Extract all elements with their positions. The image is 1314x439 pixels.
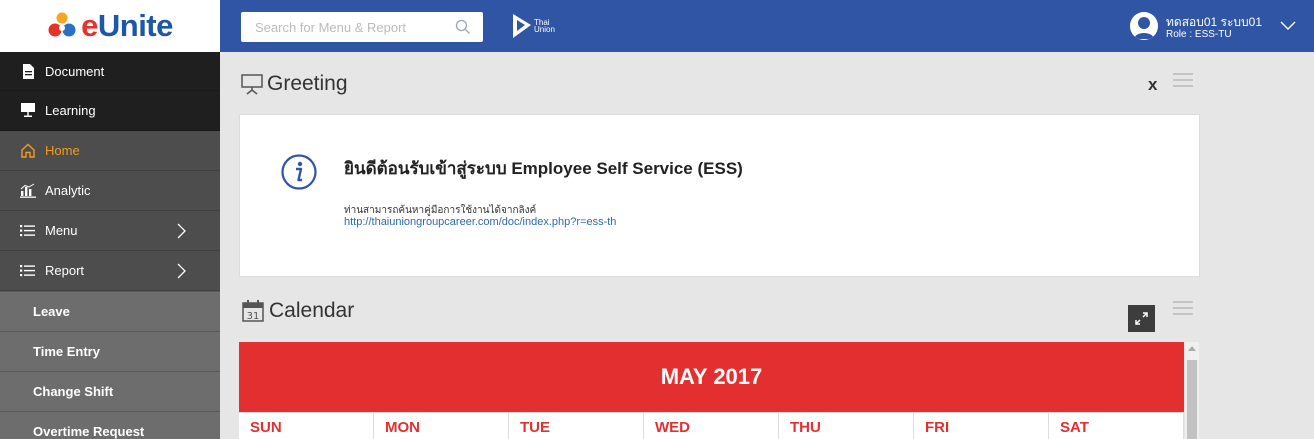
- sidebar-item-time-entry[interactable]: Time Entry: [0, 332, 220, 372]
- top-bar: eUnite Thai Union ทดสอบ01 ระบบ01 Role : …: [0, 0, 1314, 52]
- document-icon: [20, 63, 36, 79]
- greeting-menu-icon[interactable]: [1173, 69, 1193, 91]
- sidebar-item-leave[interactable]: Leave: [0, 292, 220, 332]
- chevron-right-icon: [177, 263, 186, 279]
- sidebar-item-label: Time Entry: [33, 344, 100, 359]
- scroll-up-icon[interactable]: [1188, 346, 1196, 351]
- scrollbar-thumb[interactable]: [1187, 360, 1197, 439]
- info-icon: [281, 154, 317, 190]
- sidebar-item-label: Document: [45, 63, 105, 79]
- weekday-mon: MON: [374, 413, 509, 439]
- sidebar-item-analytic[interactable]: Analytic: [0, 171, 220, 211]
- home-icon: [20, 143, 36, 159]
- calendar-month-header: MAY 2017: [239, 342, 1184, 412]
- list-icon: [20, 223, 36, 239]
- search-icon[interactable]: [455, 19, 471, 35]
- weekday-thu: THU: [779, 413, 914, 439]
- weekday-tue: TUE: [509, 413, 644, 439]
- presentation-icon: [20, 103, 36, 119]
- sidebar-item-menu[interactable]: Menu: [0, 211, 220, 251]
- user-role: Role : ESS-TU: [1166, 29, 1232, 40]
- search-box[interactable]: [241, 12, 483, 42]
- calendar-weekday-row: SUN MON TUE WED THU FRI SAT: [239, 412, 1184, 439]
- calendar-icon: 31: [241, 299, 265, 323]
- calendar-menu-icon[interactable]: [1173, 297, 1193, 319]
- calendar-scrollbar[interactable]: [1185, 342, 1199, 439]
- weekday-sat: SAT: [1049, 413, 1184, 439]
- sidebar-item-label: Analytic: [45, 183, 91, 198]
- bar-chart-icon: [20, 183, 36, 199]
- calendar-title: Calendar: [269, 299, 355, 322]
- weekday-wed: WED: [644, 413, 779, 439]
- svg-text:31: 31: [247, 311, 260, 322]
- list-icon: [20, 263, 36, 279]
- sidebar-item-label: Home: [45, 143, 80, 158]
- expand-button[interactable]: [1128, 305, 1155, 332]
- greeting-section-title: Greeting: [241, 72, 348, 96]
- sidebar-item-learning[interactable]: Learning: [0, 91, 220, 131]
- sidebar-item-overtime-request[interactable]: Overtime Request: [0, 412, 220, 439]
- sidebar-item-document[interactable]: Document: [0, 52, 220, 91]
- sidebar-item-label: Overtime Request: [33, 424, 145, 439]
- thai-union-logo: Thai Union: [511, 11, 581, 41]
- calendar-widget: MAY 2017 SUN MON TUE WED THU FRI SAT: [239, 342, 1184, 439]
- close-button[interactable]: x: [1148, 75, 1157, 95]
- search-input[interactable]: [241, 13, 441, 41]
- sidebar-item-change-shift[interactable]: Change Shift: [0, 372, 220, 412]
- sidebar-item-label: Leave: [33, 304, 70, 319]
- manual-link[interactable]: http://thaiuniongroupcareer.com/doc/inde…: [344, 216, 616, 228]
- expand-icon: [1135, 312, 1148, 325]
- chevron-down-icon[interactable]: [1278, 18, 1298, 34]
- weekday-sun: SUN: [239, 413, 374, 439]
- chevron-right-icon: [177, 223, 186, 239]
- calendar-section-title: 31 Calendar: [241, 299, 354, 323]
- sidebar-item-label: Report: [45, 263, 85, 278]
- thai-union-label-2: Union: [534, 25, 555, 34]
- greeting-heading: ยินดีต้อนรับเข้าสู่ระบบ Employee Self Se…: [344, 159, 743, 178]
- presentation-board-icon: [241, 73, 263, 95]
- sidebar: Document Learning Home Analytic Menu Rep…: [0, 52, 220, 439]
- weekday-fri: FRI: [914, 413, 1049, 439]
- sidebar-item-report[interactable]: Report: [0, 251, 220, 291]
- eunite-logo-text: eUnite: [81, 8, 173, 43]
- greeting-title: Greeting: [267, 72, 348, 95]
- sidebar-item-label: Change Shift: [33, 384, 114, 399]
- sidebar-item-label: Menu: [45, 223, 78, 238]
- sidebar-item-home[interactable]: Home: [0, 131, 220, 171]
- sidebar-item-label: Learning: [45, 103, 96, 118]
- eunite-logo-mark-icon: [48, 12, 76, 37]
- greeting-card: ยินดีต้อนรับเข้าสู่ระบบ Employee Self Se…: [239, 114, 1200, 277]
- thai-union-fish-icon: [513, 14, 531, 38]
- user-avatar-icon[interactable]: [1130, 12, 1158, 40]
- eunite-logo[interactable]: eUnite: [0, 0, 220, 52]
